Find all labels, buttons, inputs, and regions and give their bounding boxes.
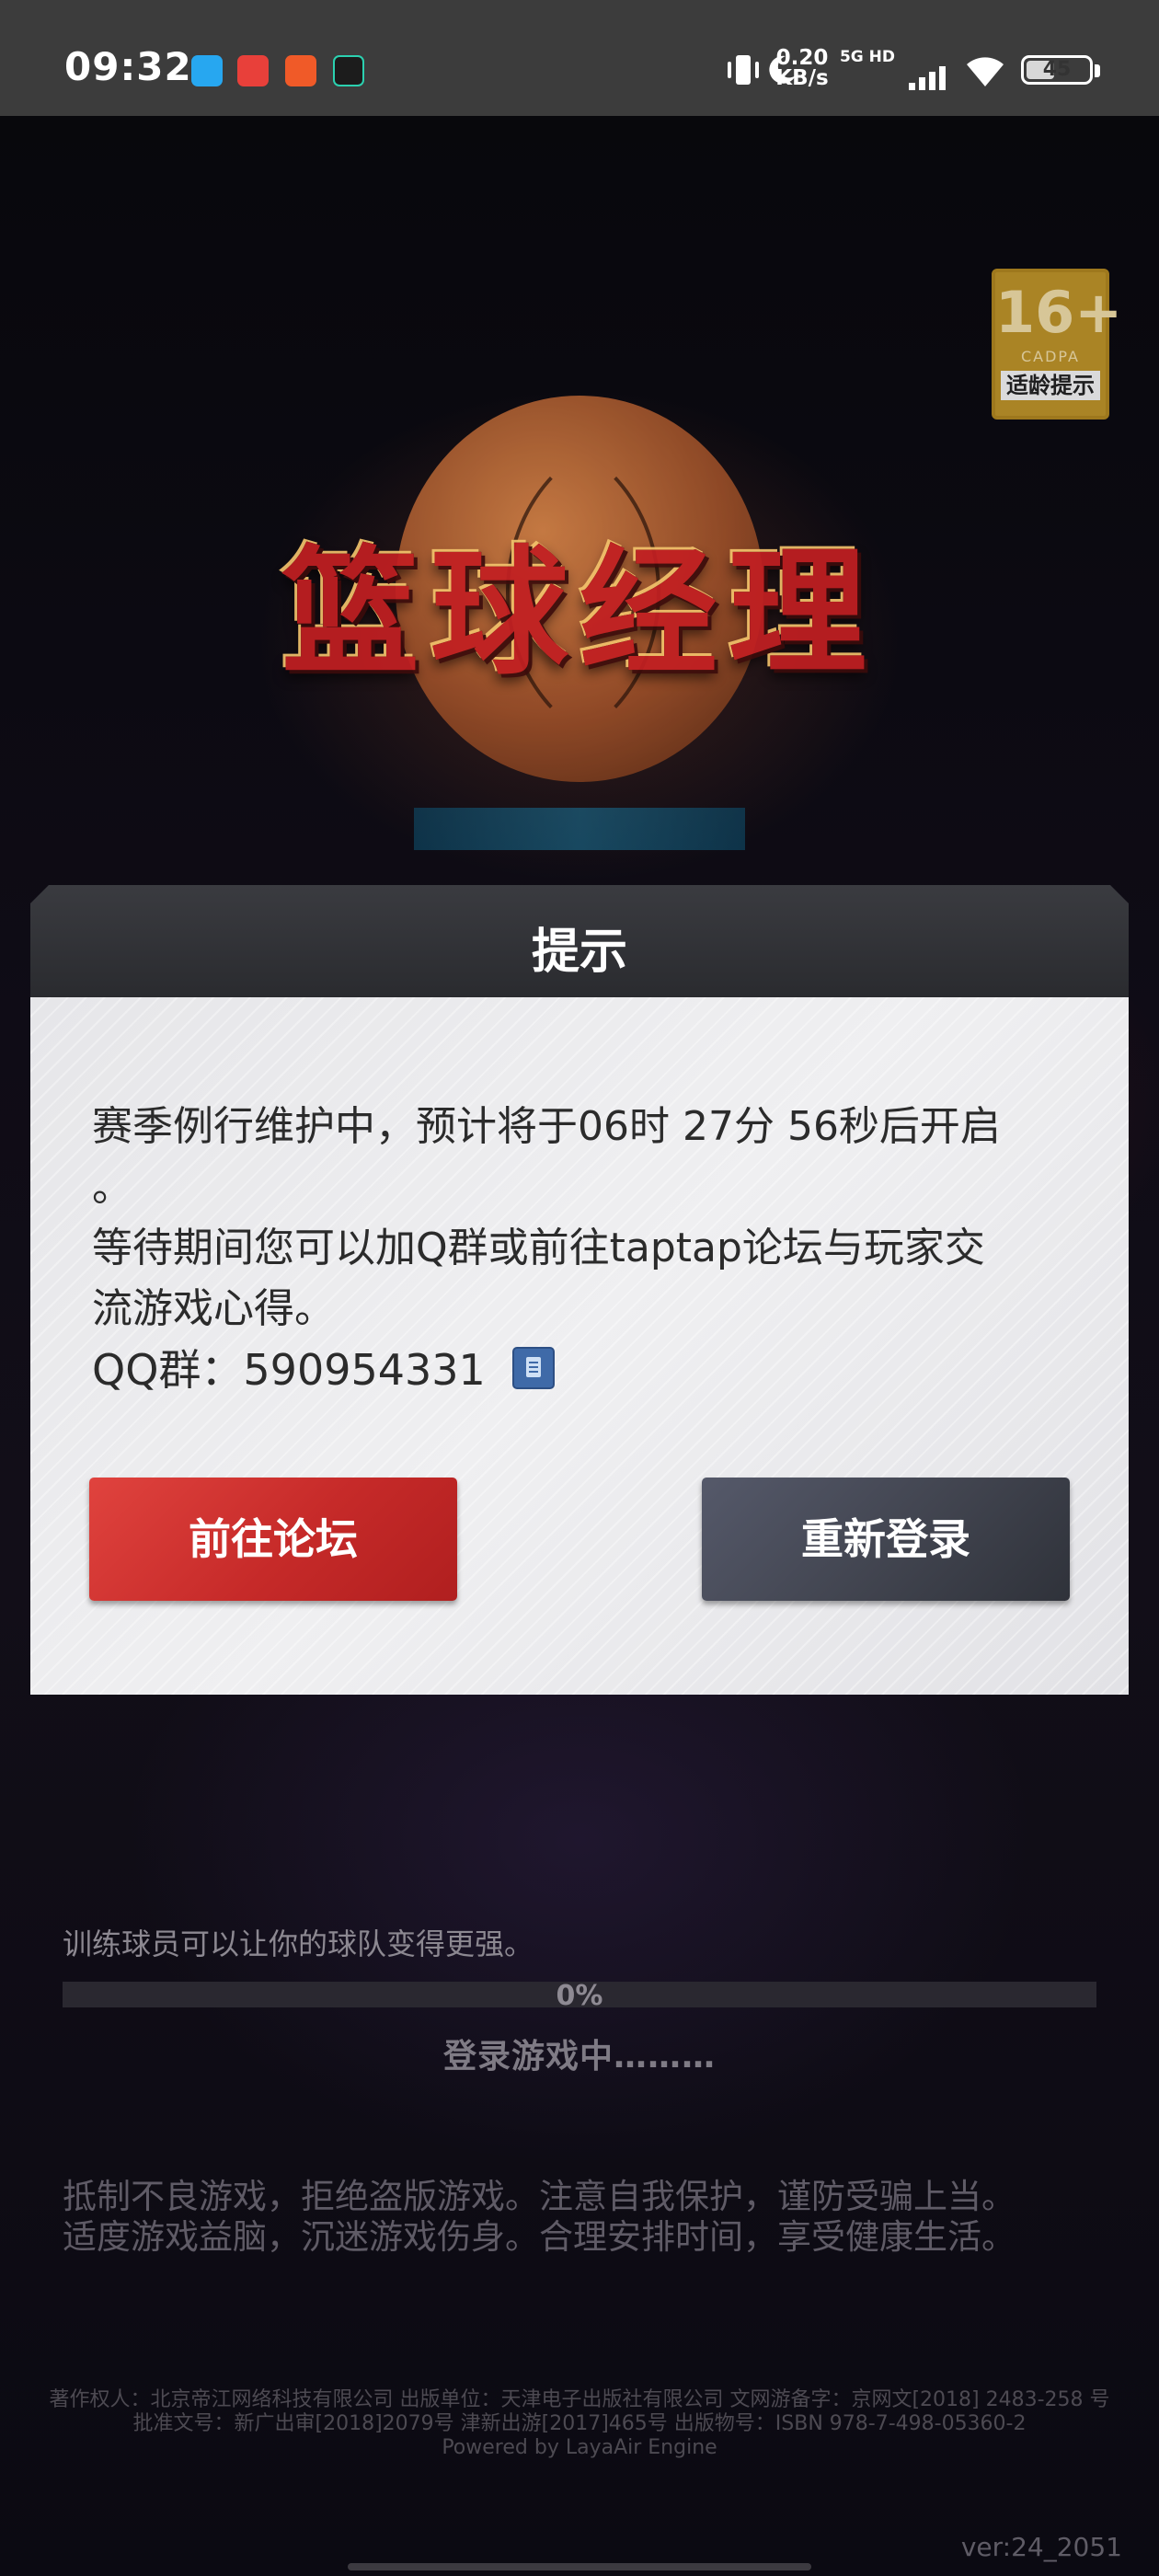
credits-line: 著作权人：北京帝江网络科技有限公司 出版单位：天津电子出版社有限公司 文网游备字… <box>49 2388 1110 2411</box>
cellular-signal-icon <box>909 66 946 90</box>
dialog-message-line: 等待期间您可以加Q群或前往taptap论坛与玩家交 <box>92 1225 985 1271</box>
age-rating-number: 16+ <box>995 279 1123 346</box>
dialog-title: 提示 <box>531 925 627 980</box>
logo-banner-decoration <box>414 808 745 850</box>
maintenance-dialog: 提示 赛季例行维护中，预计将于06时 27分 56秒后开启 。 等待期间您可以加… <box>30 885 1129 1695</box>
copy-icon[interactable] <box>512 1347 555 1389</box>
vibrate-icon <box>728 55 759 85</box>
copyright-credits: 著作权人：北京帝江网络科技有限公司 出版单位：天津电子出版社有限公司 文网游备字… <box>0 2388 1159 2460</box>
dialog-message-line: 。 <box>92 1164 132 1211</box>
progress-text: 0% <box>556 1980 603 2012</box>
dialog-message-line: 赛季例行维护中，预计将于06时 27分 56秒后开启 <box>92 1103 1001 1150</box>
dark-video-app-icon <box>333 55 364 86</box>
net-speed-value: 0.20 <box>775 46 829 70</box>
red-shopping-app-icon <box>237 55 269 86</box>
battery-level: 45 <box>1042 58 1072 81</box>
game-logo-title: 篮球经理 <box>281 534 878 694</box>
dialog-body: 赛季例行维护中，预计将于06时 27分 56秒后开启 。 等待期间您可以加Q群或… <box>30 997 1129 1695</box>
health-notice-line: 适度游戏益脑，沉迷游戏伤身。合理安排时间，享受健康生活。 <box>63 2217 1016 2257</box>
net-speed-unit: KB/s <box>775 66 829 90</box>
relogin-button[interactable]: 重新登录 <box>702 1478 1070 1601</box>
dialog-header: 提示 <box>30 885 1129 997</box>
health-notice-line: 抵制不良游戏，拒绝盗版游戏。注意自我保护，谨防受骗上当。 <box>63 2177 1016 2216</box>
status-time: 09:32 <box>64 44 192 89</box>
age-rating-badge[interactable]: 16+ CADPA 适龄提示 <box>992 269 1123 420</box>
wifi-icon <box>967 57 1004 86</box>
version-label: ver:24_2051 <box>960 2532 1122 2562</box>
battery-tip <box>1095 64 1100 77</box>
loading-status: 登录游戏中……… <box>442 2038 716 2076</box>
go-to-forum-button[interactable]: 前往论坛 <box>89 1478 457 1601</box>
dialog-message-line: 流游戏心得。 <box>92 1285 335 1332</box>
loading-progress-bar: 0% <box>63 1980 1096 2012</box>
age-rating-org: CADPA <box>1020 348 1080 365</box>
net-speed: 0.20 KB/s <box>770 46 834 90</box>
credits-line: 批准文号：新广出审[2018]2079号 津新出游[2017]465号 出版物号… <box>132 2412 1027 2435</box>
blue-app-icon <box>191 55 223 86</box>
loading-tip: 训练球员可以让你的球队变得更强。 <box>63 1926 534 1961</box>
signal-label: 5G HD <box>839 48 895 66</box>
orange-app-icon <box>285 55 316 86</box>
qq-group-text: QQ群：590954331 <box>92 1345 486 1395</box>
dialog-message: 赛季例行维护中，预计将于06时 27分 56秒后开启 。 等待期间您可以加Q群或… <box>92 1097 1076 1340</box>
status-bar: 09:32 0.20 KB/s 5G HD 45 <box>0 0 1159 116</box>
age-rating-tip: 适龄提示 <box>1001 371 1100 400</box>
home-indicator[interactable] <box>348 2563 811 2570</box>
health-notice: 抵制不良游戏，拒绝盗版游戏。注意自我保护，谨防受骗上当。 适度游戏益脑，沉迷游戏… <box>63 2177 1102 2258</box>
battery-indicator: 45 <box>1021 55 1093 85</box>
credits-line: Powered by LayaAir Engine <box>442 2436 717 2459</box>
game-screen: 09:32 0.20 KB/s 5G HD 45 16+ CADPA 适龄提示 … <box>0 0 1159 2576</box>
